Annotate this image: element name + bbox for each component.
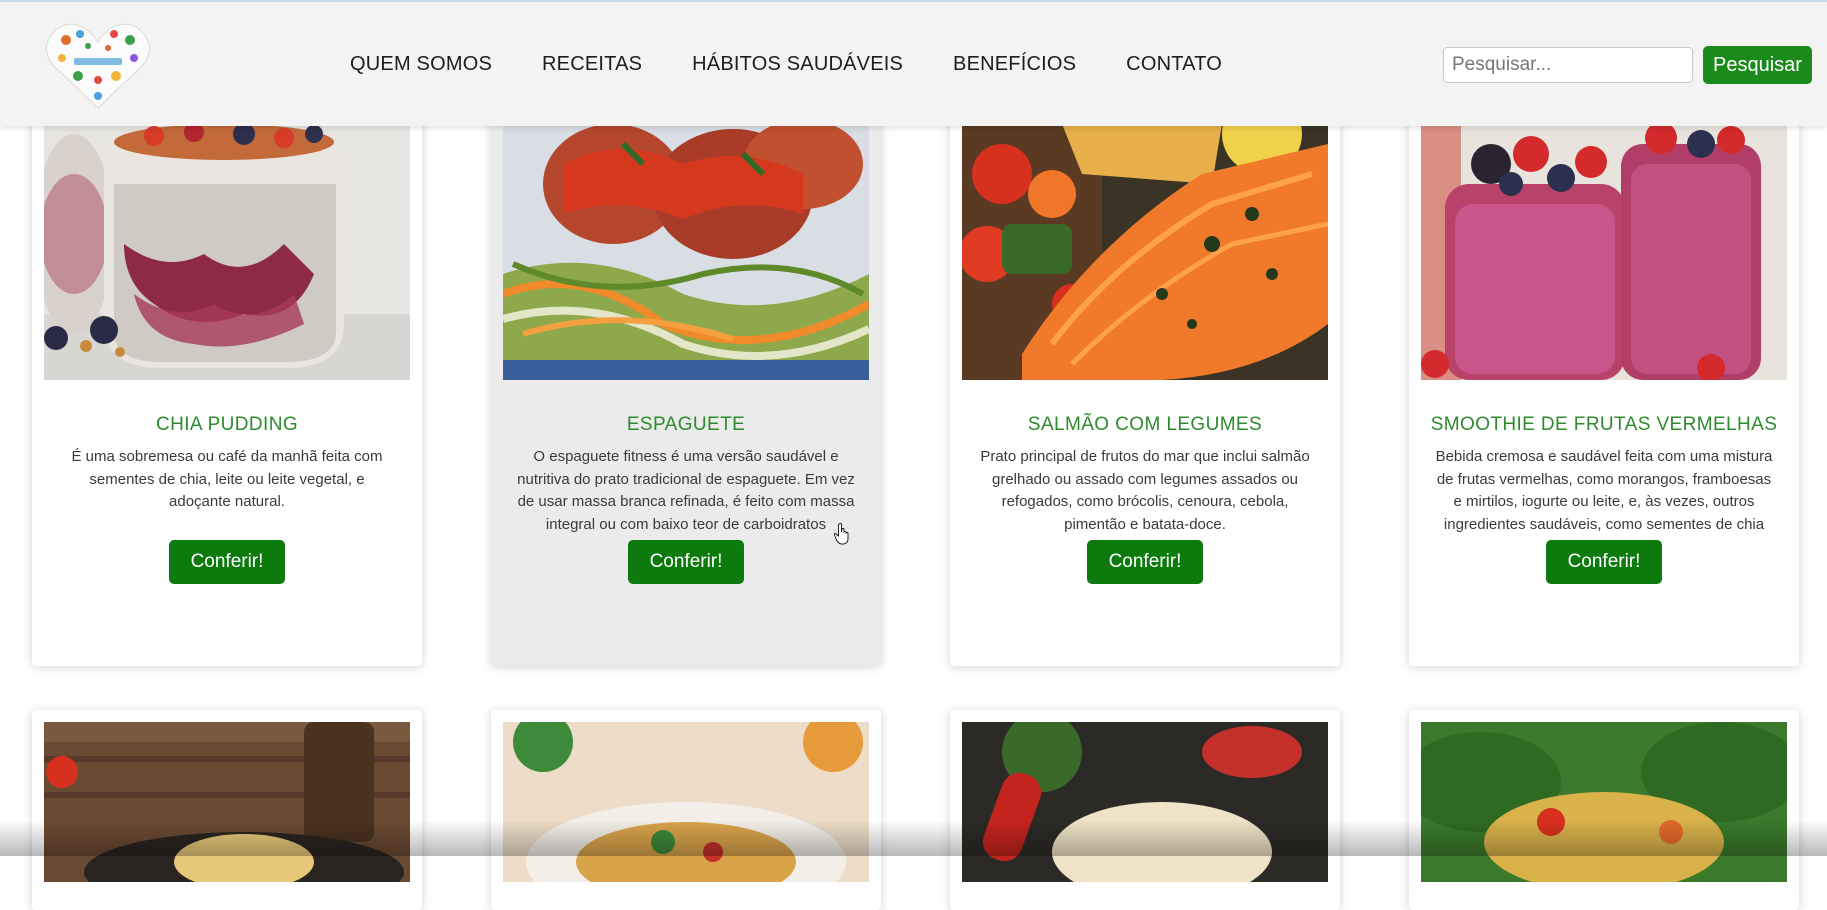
card-title: CHIA PUDDING (155, 414, 299, 435)
search-button[interactable]: Pesquisar (1703, 46, 1812, 84)
salmao-image (962, 124, 1328, 380)
card-description: O espaguete fitness é uma versão saudáve… (517, 448, 855, 533)
logo[interactable] (44, 18, 152, 110)
card-description: É uma sobremesa ou café da manhã feita c… (71, 448, 383, 511)
nav-item-contato[interactable]: CONTATO (1126, 53, 1222, 76)
nav-item-habitos-saudaveis[interactable]: HÁBITOS SAUDÁVEIS (692, 53, 903, 76)
recipe-image (503, 722, 869, 882)
recipe-card-espaguete: ESPAGUETE O espaguete fitness é uma vers… (491, 86, 881, 666)
heart-logo-icon (46, 23, 150, 109)
conferir-button[interactable]: Conferir! (628, 540, 744, 584)
conferir-button[interactable]: Conferir! (169, 540, 285, 584)
conferir-button[interactable]: Conferir! (1087, 540, 1203, 584)
recipe-card-salmao: SALMÃO COM LEGUMES Prato principal de fr… (950, 86, 1340, 666)
search-input[interactable] (1443, 47, 1693, 83)
nav-item-receitas[interactable]: RECEITAS (542, 53, 642, 76)
recipe-card-smoothie: SMOOTHIE DE FRUTAS VERMELHAS Bebida crem… (1409, 86, 1799, 666)
recipe-card-row2-1 (32, 710, 422, 910)
main-nav: QUEM SOMOS RECEITAS HÁBITOS SAUDÁVEIS BE… (350, 2, 1222, 126)
site-header: QUEM SOMOS RECEITAS HÁBITOS SAUDÁVEIS BE… (0, 0, 1827, 126)
chia-pudding-image (44, 124, 410, 380)
recipe-card-chia-pudding: CHIA PUDDING É uma sobremesa ou café da … (32, 86, 422, 666)
card-title: ESPAGUETE (626, 414, 746, 435)
hand-cursor-icon (834, 523, 849, 545)
recipe-card-row2-4 (1409, 710, 1799, 910)
recipe-grid: CHIA PUDDING É uma sobremesa ou café da … (32, 0, 1802, 910)
card-description: Prato principal de frutos do mar que inc… (980, 448, 1310, 533)
recipe-image (1421, 722, 1787, 882)
search-form: Pesquisar (1443, 46, 1812, 84)
card-title: SALMÃO COM LEGUMES (1027, 414, 1263, 435)
smoothie-image (1421, 124, 1787, 380)
recipe-image (44, 722, 410, 882)
nav-item-beneficios[interactable]: BENEFÍCIOS (953, 53, 1076, 76)
recipe-image (962, 722, 1328, 882)
espaguete-image (503, 124, 869, 380)
recipe-card-row2-3 (950, 710, 1340, 910)
bottom-fade (0, 820, 1827, 856)
nav-item-quem-somos[interactable]: QUEM SOMOS (350, 53, 492, 76)
recipe-card-row2-2 (491, 710, 881, 910)
conferir-button[interactable]: Conferir! (1546, 540, 1662, 584)
card-title: SMOOTHIE DE FRUTAS VERMELHAS (1430, 414, 1778, 435)
